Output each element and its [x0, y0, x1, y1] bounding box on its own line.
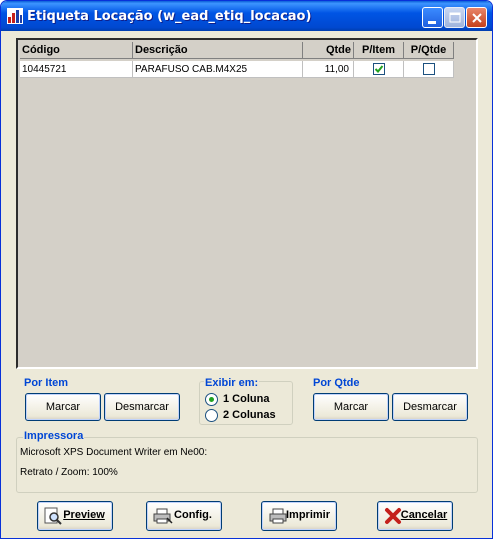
- impressora-group: [16, 437, 478, 493]
- por-qtde-title: Por Qtde: [313, 377, 360, 389]
- dialog-body: Código Descrição Qtde P/Item P/Qtde 1044…: [5, 31, 489, 535]
- print-mode: Retrato / Zoom: 100%: [20, 467, 118, 478]
- por-item-marcar-button[interactable]: Marcar: [25, 393, 101, 421]
- column-header-p-item[interactable]: P/Item: [354, 42, 404, 59]
- desmarcar-label: Desmarcar: [115, 401, 169, 413]
- magnifier-icon: [44, 507, 62, 525]
- cancelar-button[interactable]: Cancelar: [377, 501, 453, 531]
- grid-header: Código Descrição Qtde P/Item P/Qtde: [20, 42, 454, 59]
- printer-name: Microsoft XPS Document Writer em Ne00:: [20, 447, 208, 458]
- cancel-x-icon: [384, 507, 402, 524]
- cell-codigo: 10445721: [20, 61, 133, 78]
- imprimir-button[interactable]: Imprimir: [261, 501, 337, 531]
- radio-1-coluna[interactable]: 1 Coluna: [205, 393, 285, 407]
- p-qtde-checkbox[interactable]: [422, 63, 435, 75]
- preview-button[interactable]: Preview: [37, 501, 113, 531]
- radio-2-colunas-circle[interactable]: [205, 409, 218, 422]
- cell-descricao: PARAFUSO CAB.M4X25: [133, 61, 303, 78]
- title-bar[interactable]: Etiqueta Locação (w_ead_etiq_locacao): [1, 1, 492, 31]
- por-item-title: Por Item: [24, 377, 69, 389]
- app-icon[interactable]: [7, 8, 23, 24]
- por-qtde-desmarcar-button[interactable]: Desmarcar: [392, 393, 468, 421]
- radio-2-colunas-label: 2 Colunas: [223, 409, 276, 421]
- items-grid[interactable]: Código Descrição Qtde P/Item P/Qtde 1044…: [16, 38, 478, 369]
- cell-p-qtde: [404, 61, 454, 78]
- dialog-window: Etiqueta Locação (w_ead_etiq_locacao) Có…: [0, 0, 493, 539]
- maximize-icon[interactable]: [444, 7, 465, 28]
- printer-icon: [268, 507, 287, 524]
- radio-2-colunas[interactable]: 2 Colunas: [205, 409, 285, 423]
- exibir-title: Exibir em:: [204, 377, 260, 389]
- desmarcar-label: Desmarcar: [403, 401, 457, 413]
- por-qtde-marcar-button[interactable]: Marcar: [313, 393, 389, 421]
- table-row[interactable]: 10445721 PARAFUSO CAB.M4X25 11,00: [20, 61, 454, 78]
- column-header-descricao[interactable]: Descrição: [133, 42, 303, 59]
- radio-1-coluna-label: 1 Coluna: [223, 393, 270, 405]
- column-header-p-qtde[interactable]: P/Qtde: [404, 42, 454, 59]
- radio-1-coluna-circle[interactable]: [205, 393, 218, 406]
- marcar-label: Marcar: [333, 401, 369, 413]
- printer-config-icon: [153, 507, 173, 524]
- cell-p-item: [354, 61, 404, 78]
- window-title: Etiqueta Locação (w_ead_etiq_locacao): [27, 9, 312, 24]
- por-item-desmarcar-button[interactable]: Desmarcar: [104, 393, 180, 421]
- close-icon[interactable]: [466, 7, 487, 28]
- impressora-title: Impressora: [23, 430, 85, 442]
- minimize-icon[interactable]: [422, 7, 443, 28]
- marcar-label: Marcar: [45, 401, 81, 413]
- p-item-checkbox[interactable]: [372, 63, 385, 75]
- config-button[interactable]: Config.: [146, 501, 222, 531]
- column-header-qtde[interactable]: Qtde: [303, 42, 354, 59]
- cell-qtde[interactable]: 11,00: [303, 61, 354, 78]
- column-header-codigo[interactable]: Código: [20, 42, 133, 59]
